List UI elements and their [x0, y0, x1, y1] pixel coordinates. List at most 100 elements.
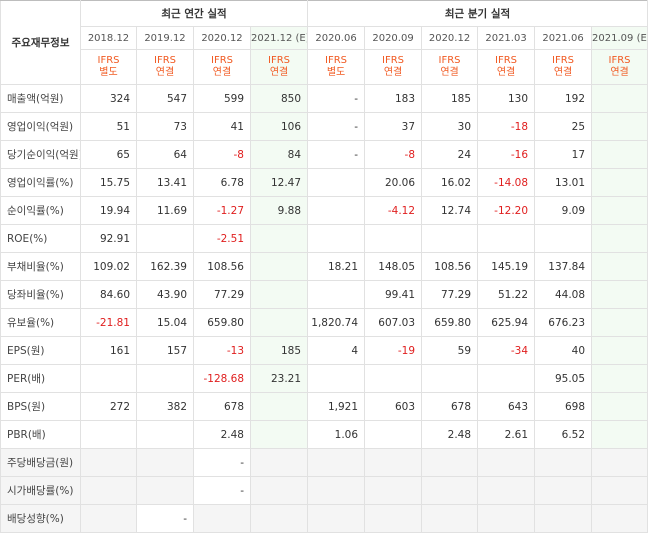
table-cell: 324 [80, 84, 137, 113]
table-cell [364, 364, 423, 393]
ifrs-top: IFRS [154, 55, 176, 66]
table-row: EPS(원) 161 157 -13 185 4 -19 59 -34 40 [0, 336, 648, 365]
table-cell: 30 [421, 112, 479, 141]
ifrs-label: IFRS 연결 [421, 49, 479, 85]
table-row: ROE(%) 92.91 -2.51 [0, 224, 648, 253]
table-cell: 13.01 [534, 168, 593, 197]
table-cell [591, 420, 648, 449]
table-cell: 77.29 [421, 280, 479, 309]
table-cell [307, 168, 366, 197]
table-cell [477, 364, 536, 393]
ifrs-top: IFRS [268, 55, 291, 66]
table-cell [307, 224, 366, 253]
table-cell: 37 [364, 112, 423, 141]
table-cell [591, 280, 648, 309]
ifrs-bottom: 별도 [99, 67, 118, 78]
table-cell [591, 504, 648, 533]
table-cell: 12.47 [249, 168, 309, 197]
row-label: BPS(원) [0, 392, 81, 421]
table-cell: 272 [80, 392, 137, 421]
table-cell [421, 364, 479, 393]
corner-label: 주요재무정보 [0, 0, 81, 85]
ifrs-bottom: 연결 [155, 67, 175, 78]
table-cell [591, 364, 648, 393]
table-row: 부채비율(%) 109.02 162.39 108.56 18.21 148.05 108.… [0, 252, 648, 281]
ifrs-label: IFRS 연결 [364, 49, 423, 85]
table-cell [477, 448, 536, 477]
ifrs-label: IFRS 연결 [477, 49, 536, 85]
period-header: 2020.06 [307, 26, 366, 50]
table-cell [249, 280, 309, 309]
table-cell: -16 [477, 140, 536, 169]
table-row: 당좌비율(%) 84.60 43.90 77.29 99.41 77.29 51.22 44.… [0, 280, 648, 309]
table-cell: 599 [193, 84, 251, 113]
table-cell: -14.08 [477, 168, 536, 197]
table-cell: - [193, 476, 251, 505]
table-cell [307, 364, 366, 393]
table-cell: 161 [80, 336, 137, 365]
period-row: 2018.12 2019.12 2020.12 2021.12 (E) 2020.06 2… [1, 26, 648, 50]
table-cell: 51.22 [477, 280, 536, 309]
table-cell: -21.81 [80, 308, 137, 337]
ifrs-label: IFRS 별도 [307, 49, 366, 85]
table-cell [534, 224, 593, 253]
table-row: 순이익률(%) 19.94 11.69 -1.27 9.88 -4.12 12.74 -12.… [0, 196, 648, 225]
row-label: 부채비율(%) [0, 252, 81, 281]
table-row: PBR(배) 2.48 1.06 2.48 2.61 6.52 [0, 420, 648, 449]
table-cell [591, 336, 648, 365]
ifrs-bottom: 연결 [212, 67, 232, 78]
table-cell: 607.03 [364, 308, 423, 337]
table-row: 영업이익(억원) 51 73 41 106-37 30 -18 25 [0, 112, 648, 141]
table-cell: -2.51 [193, 224, 251, 253]
table-cell [364, 504, 423, 533]
table-cell: 678 [421, 392, 479, 421]
table-cell [591, 252, 648, 281]
table-cell [421, 476, 479, 505]
row-label: 당좌비율(%) [0, 280, 81, 309]
table-cell [421, 224, 479, 253]
period-header: 2021.06 [534, 26, 593, 50]
quarterly-title: 최근 분기 실적 [307, 0, 648, 27]
table-cell: 109.02 [80, 252, 137, 281]
table-cell: 4 [307, 336, 366, 365]
table-cell: 185 [421, 84, 479, 113]
table-row: 배당성향(%) - [0, 504, 648, 533]
table-cell [136, 420, 194, 449]
table-cell: 99.41 [364, 280, 423, 309]
table-cell: 2.48 [193, 420, 251, 449]
table-cell [307, 196, 366, 225]
table-cell [249, 504, 309, 533]
table-cell: 84.60 [80, 280, 137, 309]
table-cell: 11.69 [136, 196, 194, 225]
table-cell: 659.80 [193, 308, 251, 337]
table-cell: 18.21 [307, 252, 366, 281]
table-cell: 51 [80, 112, 137, 141]
table-row: PER(배) -128.68 23.21 95.05 [0, 364, 648, 393]
table-cell [136, 364, 194, 393]
table-cell [249, 224, 309, 253]
table-cell: 157 [136, 336, 194, 365]
table-cell: 73 [136, 112, 194, 141]
table-cell: 603 [364, 392, 423, 421]
row-label: 당기순이익(억원) [0, 140, 81, 169]
table-cell [421, 504, 479, 533]
table-cell: -128.68 [193, 364, 251, 393]
table-row: 영업이익률(%) 15.75 13.41 6.78 12.47 20.06 16.02 -14… [0, 168, 648, 197]
table-cell: 382 [136, 392, 194, 421]
table-cell [80, 476, 137, 505]
ifrs-top: IFRS [325, 55, 348, 66]
table-cell: 185 [249, 336, 309, 365]
table-cell [80, 420, 137, 449]
ifrs-label: IFRS 연결 [534, 49, 593, 85]
table-cell [591, 392, 648, 421]
table-cell: 148.05 [364, 252, 423, 281]
table-cell: 1,820.74 [307, 308, 366, 337]
table-cell: - [307, 84, 366, 113]
table-cell: 2.61 [477, 420, 536, 449]
table-cell [591, 308, 648, 337]
period-header: 2021.03 [477, 26, 536, 50]
period-header: 2019.12 [136, 26, 194, 50]
table-row: 유보율(%) -21.81 15.04 659.80 1,820.74 607.03 659… [0, 308, 648, 337]
ifrs-bottom: 연결 [269, 67, 289, 78]
table-cell: 698 [534, 392, 593, 421]
